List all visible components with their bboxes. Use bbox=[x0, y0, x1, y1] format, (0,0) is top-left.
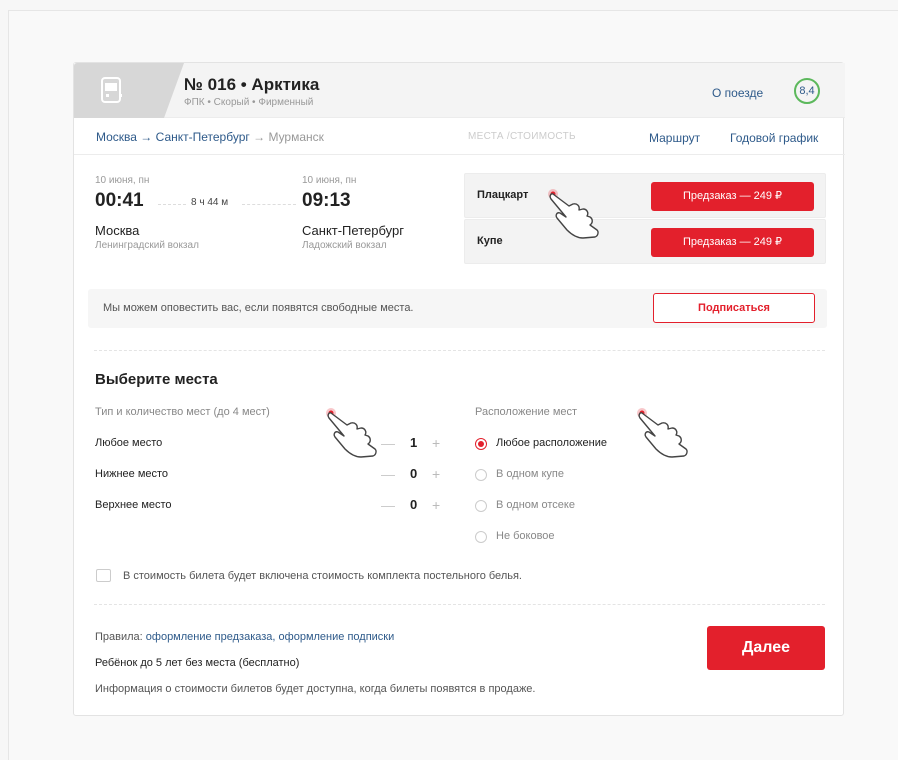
train-card: № 016 • Арктика ФПК • Скорый • Фирменный… bbox=[73, 62, 845, 716]
rule-subscription-link[interactable]: оформление подписки bbox=[279, 631, 395, 643]
departure-city: Москва bbox=[95, 223, 140, 238]
seat-count: 0 bbox=[410, 497, 418, 512]
seat-type-lower: Нижнее место bbox=[95, 468, 169, 480]
bedding-label: В стоимость билета будет включена стоимо… bbox=[123, 570, 522, 582]
departure-time: 00:41 bbox=[95, 190, 144, 211]
decrement-button[interactable] bbox=[381, 506, 395, 507]
bedding-checkbox[interactable] bbox=[96, 569, 111, 582]
train-title: № 016 • Арктика bbox=[184, 75, 320, 94]
seat-count: 0 bbox=[410, 466, 418, 481]
radio-label: В одном купе bbox=[496, 468, 565, 480]
preorder-button[interactable]: Предзаказ — 249 ₽ bbox=[651, 182, 814, 211]
route-bar: Москва → Санкт-Петербург → Мурманск МЕСТ… bbox=[74, 119, 845, 155]
train-subtitle: ФПК • Скорый • Фирменный bbox=[184, 97, 314, 108]
route-final: Мурманск bbox=[268, 130, 324, 144]
rule-preorder-link[interactable]: оформление предзаказа bbox=[146, 631, 273, 643]
route-arrow: → bbox=[249, 130, 269, 144]
seat-type-upper: Верхнее место bbox=[95, 499, 172, 511]
radio-not-side[interactable] bbox=[475, 531, 487, 543]
about-train-link[interactable]: О поезде bbox=[712, 86, 763, 100]
decrement-button[interactable] bbox=[381, 444, 395, 445]
duration-line bbox=[242, 204, 296, 205]
seat-location-label: Расположение мест bbox=[475, 406, 578, 418]
train-tab bbox=[74, 63, 184, 118]
decrement-button[interactable] bbox=[381, 475, 395, 476]
seat-count: 1 bbox=[410, 435, 418, 450]
route-breadcrumb: Москва → Санкт-Петербург → Мурманск bbox=[96, 130, 324, 144]
notify-text: Мы можем оповестить вас, если появятся с… bbox=[103, 302, 414, 314]
class-row-platzkart: Плацкарт Предзаказ — 249 ₽ bbox=[464, 173, 826, 218]
divider bbox=[94, 350, 825, 351]
tab-route[interactable]: Маршрут bbox=[649, 131, 700, 145]
rating-badge: 8,4 bbox=[794, 78, 820, 104]
seats-section-title: Выберите места bbox=[95, 371, 218, 388]
route-from-link[interactable]: Москва bbox=[96, 130, 137, 144]
arrival-date: 10 июня, пн bbox=[302, 175, 357, 186]
duration-line bbox=[158, 204, 186, 205]
train-header: № 016 • Арктика ФПК • Скорый • Фирменный… bbox=[74, 63, 845, 118]
child-info: Ребёнок до 5 лет без места (бесплатно) bbox=[95, 657, 300, 669]
arrival-time: 09:13 bbox=[302, 190, 351, 211]
divider bbox=[94, 604, 825, 605]
route-arrow: → bbox=[136, 130, 156, 144]
radio-label: В одном отсеке bbox=[496, 499, 575, 511]
rules-line: Правила: оформление предзаказа, оформлен… bbox=[95, 631, 394, 643]
class-name: Плацкарт bbox=[477, 189, 529, 201]
trip-duration: 8 ч 44 м bbox=[191, 197, 229, 208]
tab-seats-price[interactable]: МЕСТА /СТОИМОСТЬ bbox=[468, 131, 576, 142]
departure-station: Ленинградский вокзал bbox=[95, 240, 199, 251]
departure-date: 10 июня, пн bbox=[95, 175, 150, 186]
radio-any-location[interactable] bbox=[475, 438, 487, 450]
notify-banner: Мы можем оповестить вас, если появятся с… bbox=[88, 289, 827, 328]
arrival-station: Ладожский вокзал bbox=[302, 240, 387, 251]
next-button[interactable]: Далее bbox=[707, 626, 825, 670]
class-row-kupe: Купе Предзаказ — 249 ₽ bbox=[464, 219, 826, 264]
tab-schedule[interactable]: Годовой график bbox=[730, 131, 818, 145]
arrival-city: Санкт-Петербург bbox=[302, 223, 404, 238]
increment-button[interactable]: + bbox=[432, 436, 440, 450]
train-icon bbox=[101, 77, 122, 103]
increment-button[interactable]: + bbox=[432, 498, 440, 512]
price-info: Информация о стоимости билетов будет дос… bbox=[95, 683, 536, 695]
rules-prefix: Правила: bbox=[95, 631, 146, 643]
route-to-link[interactable]: Санкт-Петербург bbox=[156, 130, 250, 144]
preorder-button[interactable]: Предзаказ — 249 ₽ bbox=[651, 228, 814, 257]
subscribe-button[interactable]: Подписаться bbox=[653, 293, 815, 323]
radio-label: Любое расположение bbox=[496, 437, 607, 449]
radio-same-section[interactable] bbox=[475, 500, 487, 512]
increment-button[interactable]: + bbox=[432, 467, 440, 481]
seat-type-any: Любое место bbox=[95, 437, 163, 449]
radio-same-compartment[interactable] bbox=[475, 469, 487, 481]
class-name: Купе bbox=[477, 235, 503, 247]
seat-type-label: Тип и количество мест (до 4 мест) bbox=[95, 406, 270, 418]
radio-label: Не боковое bbox=[496, 530, 555, 542]
